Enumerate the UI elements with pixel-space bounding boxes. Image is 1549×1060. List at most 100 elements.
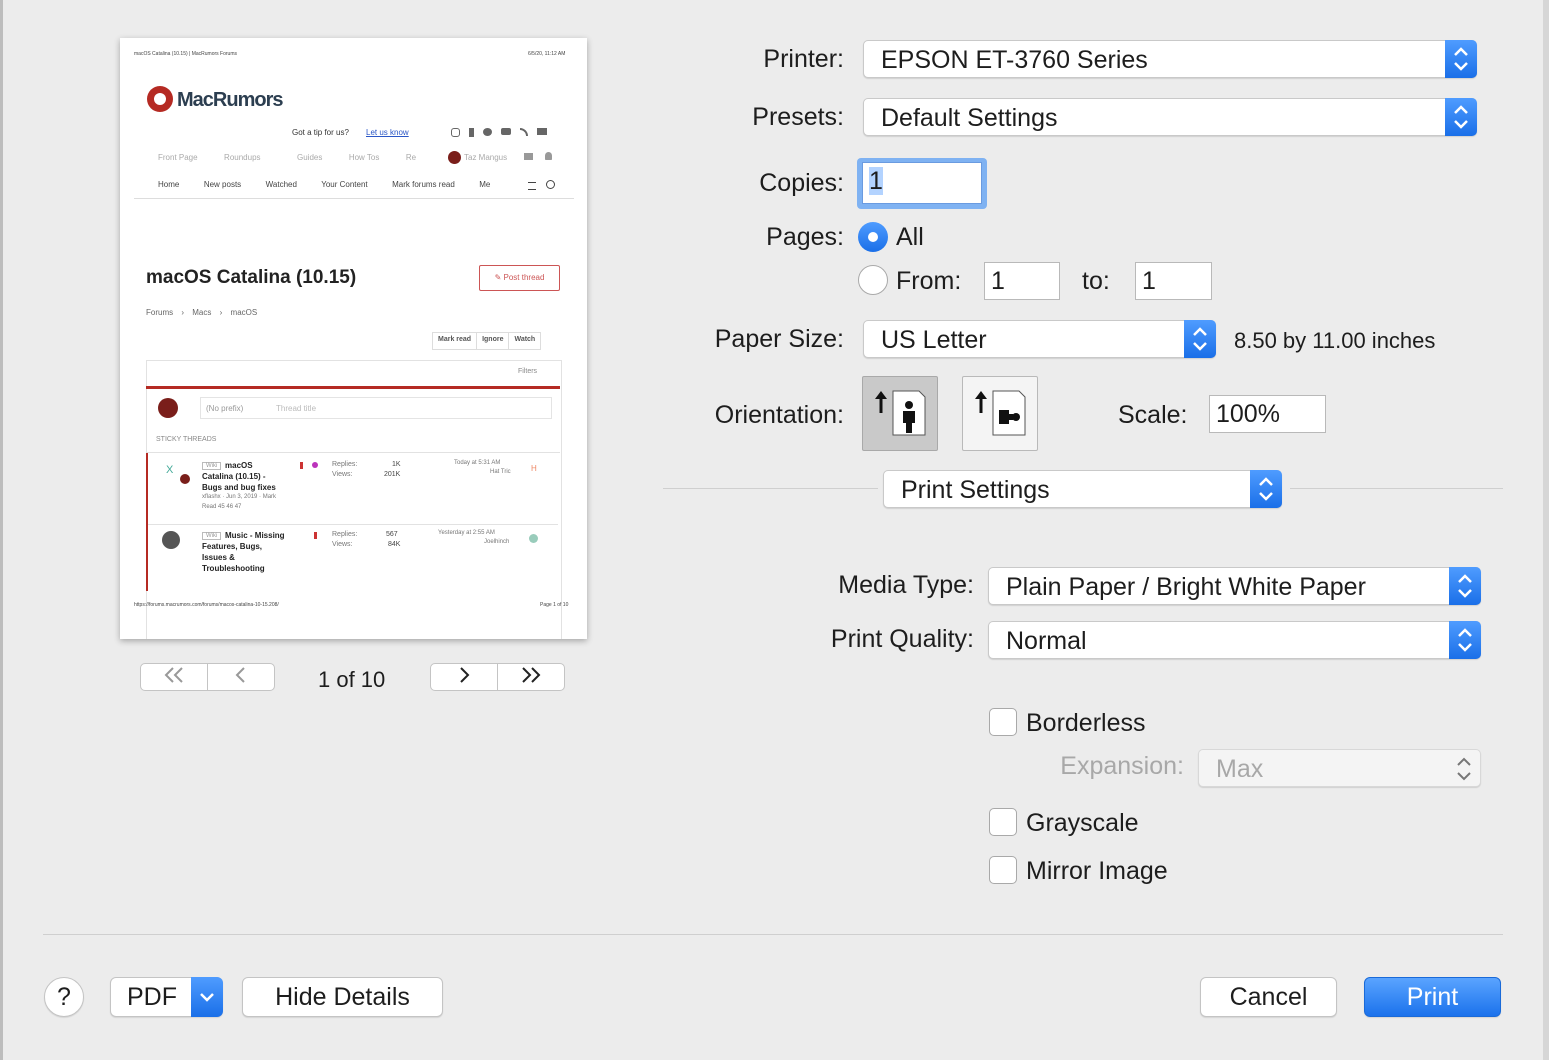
thread-row: X Wiki macOS Catalina (10.15) - Bugs and… bbox=[148, 456, 558, 524]
pages-from-field[interactable]: 1 bbox=[984, 262, 1060, 300]
list-red-rule bbox=[146, 386, 560, 389]
action-watch: Watch bbox=[514, 336, 536, 343]
thread-1-views: 201K bbox=[384, 471, 401, 478]
preview-header-right: 6/5/20, 11:12 AM bbox=[528, 51, 566, 57]
nav-re: Re bbox=[405, 153, 417, 162]
cancel-label: Cancel bbox=[1229, 983, 1308, 1011]
thread-1-title-2: Catalina (10.15) - bbox=[202, 472, 266, 481]
next-page-button[interactable] bbox=[431, 664, 498, 690]
thread-1-last-user: Hat Tric bbox=[490, 469, 511, 475]
thread-page-title: macOS Catalina (10.15) bbox=[146, 267, 357, 288]
thread-1-pages: Read 45 46 47 bbox=[202, 504, 242, 510]
nav-row-1: Front Page Roundups Guides How Tos Re bbox=[158, 153, 416, 162]
scale-field[interactable]: 100% bbox=[1209, 395, 1326, 433]
copies-field[interactable]: 1 bbox=[862, 162, 982, 204]
updown-chevron-icon bbox=[1445, 98, 1477, 136]
updown-chevron-icon bbox=[1449, 621, 1481, 659]
scale-label: Scale: bbox=[1118, 401, 1188, 429]
media-type-value: Plain Paper / Bright White Paper bbox=[1006, 573, 1366, 601]
thread-2-views-label: Views: bbox=[332, 541, 353, 548]
crumb-macos: macOS bbox=[230, 308, 258, 317]
print-button[interactable]: Print bbox=[1364, 977, 1501, 1017]
expansion-popup[interactable]: Max bbox=[1198, 749, 1481, 787]
grayscale-label: Grayscale bbox=[1026, 809, 1139, 837]
thread-1-views-label: Views: bbox=[332, 471, 353, 478]
youtube-icon bbox=[501, 128, 511, 135]
nav-guides: Guides bbox=[297, 153, 323, 162]
expansion-value: Max bbox=[1216, 755, 1264, 783]
scale-value: 100% bbox=[1216, 400, 1280, 428]
cancel-button[interactable]: Cancel bbox=[1200, 977, 1337, 1017]
paper-dimensions: 8.50 by 11.00 inches bbox=[1234, 328, 1436, 353]
print-quality-popup[interactable]: Normal bbox=[988, 621, 1481, 659]
print-quality-value: Normal bbox=[1006, 627, 1087, 655]
paper-size-label: Paper Size: bbox=[714, 325, 844, 353]
pages-from-radio[interactable] bbox=[858, 265, 888, 295]
thread-divider bbox=[148, 524, 558, 525]
first-page-button[interactable] bbox=[141, 664, 208, 690]
landscape-orientation-icon bbox=[975, 390, 1026, 436]
thread-1-x: X bbox=[166, 464, 174, 476]
thread-2-title-2: Features, Bugs, bbox=[202, 542, 263, 551]
updown-chevron-icon bbox=[1445, 40, 1477, 78]
portrait-orientation-icon bbox=[875, 390, 926, 436]
thread-2-last-avatar bbox=[529, 534, 538, 543]
macrumors-logo-text: MacRumors bbox=[177, 89, 283, 111]
action-mark-read: Mark read bbox=[433, 333, 478, 349]
hide-details-button[interactable]: Hide Details bbox=[242, 977, 443, 1017]
presets-popup[interactable]: Default Settings bbox=[863, 98, 1477, 136]
macrumors-logo-inner bbox=[154, 93, 166, 105]
copies-label: Copies: bbox=[759, 169, 844, 197]
crumb-forums: Forums bbox=[146, 308, 174, 317]
double-chevron-left-icon bbox=[164, 667, 183, 683]
printer-label: Printer: bbox=[763, 45, 844, 73]
composer-input bbox=[200, 397, 552, 419]
sticky-divider bbox=[146, 452, 560, 453]
grayscale-checkbox[interactable] bbox=[989, 808, 1017, 836]
mirror-image-label: Mirror Image bbox=[1026, 857, 1168, 885]
pages-to-value: 1 bbox=[1142, 267, 1156, 295]
pages-all-radio[interactable] bbox=[858, 222, 888, 252]
mirror-image-checkbox[interactable] bbox=[989, 856, 1017, 884]
presets-label: Presets: bbox=[752, 103, 844, 131]
updown-chevron-icon bbox=[1449, 567, 1481, 605]
printer-value: EPSON ET-3760 Series bbox=[881, 46, 1148, 74]
nav-your-content: Your Content bbox=[321, 180, 368, 189]
thread-1-last-avatar: H bbox=[531, 464, 537, 473]
landscape-orientation-button[interactable] bbox=[962, 376, 1038, 451]
twitter-icon bbox=[483, 128, 492, 136]
nav-row-2: Home New posts Watched Your Content Mark… bbox=[158, 180, 490, 189]
sticky-threads-label: STICKY THREADS bbox=[156, 436, 217, 443]
expansion-label: Expansion: bbox=[1060, 752, 1184, 780]
last-page-button[interactable] bbox=[498, 664, 564, 690]
preview-footer-url: https://forums.macrumors.com/forums/maco… bbox=[134, 602, 279, 608]
thread-1-meta: xflashx · Jun 3, 2019 · Mark bbox=[202, 494, 277, 500]
help-button[interactable]: ? bbox=[44, 977, 84, 1017]
nav-divider bbox=[134, 198, 574, 199]
thread-2-replies: 567 bbox=[386, 531, 398, 538]
printer-popup[interactable]: EPSON ET-3760 Series bbox=[863, 40, 1477, 78]
pages-to-field[interactable]: 1 bbox=[1135, 262, 1212, 300]
action-ignore: Ignore bbox=[477, 333, 510, 349]
orientation-label: Orientation: bbox=[714, 401, 844, 429]
thread-actions: Mark read Ignore Watch bbox=[432, 332, 542, 350]
thread-1-title-3: Bugs and bug fixes bbox=[202, 483, 276, 492]
thread-2-title-4: Troubleshooting bbox=[202, 564, 265, 573]
thread-1-tag: Wiki bbox=[202, 462, 222, 470]
updown-chevron-icon bbox=[1450, 750, 1478, 793]
thread-row: Wiki Music - Missing Features, Bugs, Iss… bbox=[148, 526, 558, 588]
pages-label: Pages: bbox=[766, 223, 844, 251]
paper-size-popup[interactable]: US Letter bbox=[863, 320, 1216, 358]
portrait-orientation-button[interactable] bbox=[862, 376, 938, 451]
prev-page-button[interactable] bbox=[208, 664, 274, 690]
preview-footer-page: Page 1 of 10 bbox=[540, 602, 569, 608]
pdf-button[interactable]: PDF bbox=[110, 977, 223, 1017]
copies-value: 1 bbox=[869, 167, 883, 195]
chevron-right-icon bbox=[460, 667, 470, 683]
window-left-edge bbox=[0, 0, 3, 1060]
post-thread-button: ✎ Post thread bbox=[479, 265, 560, 291]
media-type-popup[interactable]: Plain Paper / Bright White Paper bbox=[988, 567, 1481, 605]
borderless-checkbox[interactable] bbox=[989, 708, 1017, 736]
section-popup[interactable]: Print Settings bbox=[883, 470, 1282, 508]
rss-icon bbox=[520, 128, 528, 136]
